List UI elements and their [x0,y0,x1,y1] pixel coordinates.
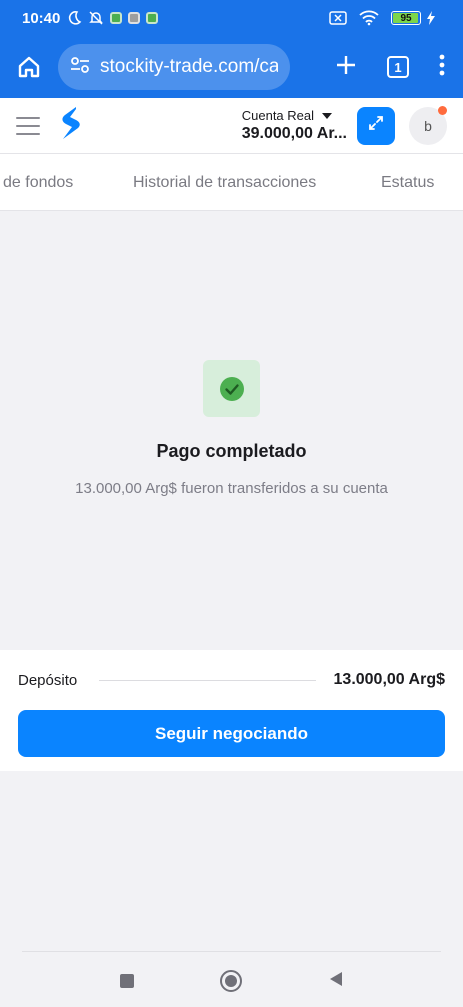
account-selector[interactable]: Cuenta Real 39.000,00 Ar... [242,108,347,143]
wifi-icon [359,10,379,26]
success-message: 13.000,00 Arg$ fueron transferidos a su … [75,480,388,497]
status-bar: 10:40 95 [0,0,463,36]
sim-off-icon [329,11,347,25]
url-text: stockity-trade.com/ca [100,56,278,77]
deposit-summary: Depósito 13.000,00 Arg$ Seguir negociand… [0,650,463,771]
battery-icon: 95 [391,11,421,25]
payment-success: Pago completado 13.000,00 Arg$ fueron tr… [0,360,463,497]
avatar-letter: b [424,117,432,134]
dropdown-icon [322,108,333,123]
site-settings-icon[interactable] [70,56,90,79]
system-nav-bar [0,955,463,1007]
mute-icon [88,10,104,26]
app-notification-icon [128,12,141,24]
address-bar[interactable]: stockity-trade.com/ca [58,44,290,90]
tab-funds[interactable]: de fondos [3,174,73,192]
account-balance: 39.000,00 Ar... [241,125,347,142]
deposit-label: Depósito [18,671,78,689]
tab-status[interactable]: Estatus [381,174,434,192]
tabs-bar: de fondos Historial de transacciones Est… [0,154,463,211]
browser-toolbar: stockity-trade.com/ca 1 [0,36,463,98]
back-button[interactable] [328,971,344,992]
avatar[interactable]: b [409,105,447,145]
recents-button[interactable] [119,974,134,988]
app-header: Cuenta Real 39.000,00 Ar... b [0,98,463,154]
divider [99,679,316,681]
logo-icon[interactable] [60,105,82,146]
success-badge [203,360,260,417]
clock: 10:40 [22,9,61,27]
swap-icon [367,114,385,137]
account-type: Cuenta Real [241,108,315,123]
home-icon[interactable] [14,52,44,82]
battery-percent: 95 [400,12,412,24]
continue-trading-button[interactable]: Seguir negociando [18,710,445,757]
plus-icon[interactable] [335,54,357,81]
deposit-amount: 13.000,00 Arg$ [333,671,445,688]
deposit-row: Depósito 13.000,00 Arg$ [18,650,445,710]
home-button[interactable] [219,970,242,992]
app-notification-icon [146,12,159,24]
charging-icon [427,11,435,25]
swap-button[interactable] [357,106,395,145]
notification-dot [438,105,447,115]
app-notification-icon [110,12,123,24]
more-icon[interactable] [439,54,445,81]
tab-transaction-history[interactable]: Historial de transacciones [133,174,316,192]
tabs-icon[interactable]: 1 [387,56,409,78]
check-icon [219,376,244,401]
divider [22,951,441,952]
menu-icon[interactable] [16,116,40,135]
success-title: Pago completado [156,441,307,461]
moon-icon [66,10,82,26]
